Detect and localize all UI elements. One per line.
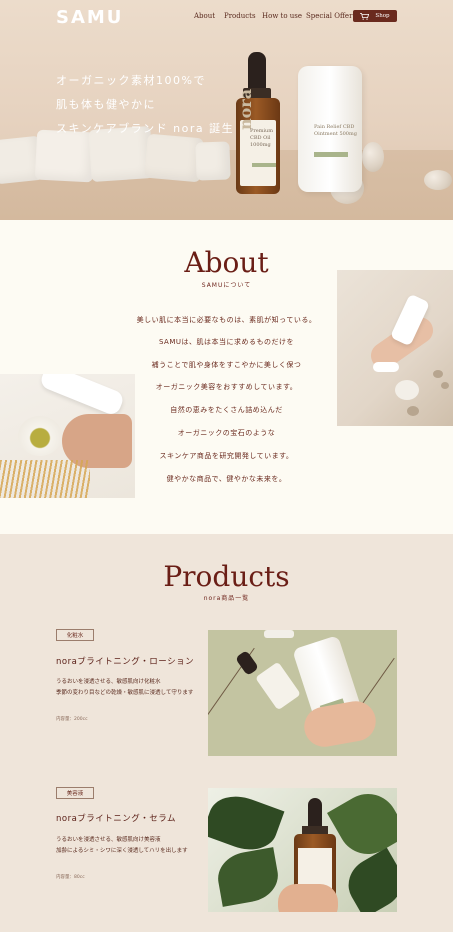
product-description: 季節の変わり目などの乾燥・敏感肌に浸透して守ります [56, 690, 194, 696]
product-category-tag: 化粧水 [56, 629, 94, 641]
hero-tagline-line: 肌も体も健やかに [56, 98, 156, 111]
bottle-green-band [252, 163, 276, 167]
shop-button-label: Shop [375, 13, 390, 19]
about-photo-hand-cream [337, 270, 453, 426]
product-category-tag: 美容液 [56, 787, 94, 799]
hero-stone [144, 133, 204, 183]
site-logo[interactable]: SAMU [56, 7, 123, 28]
nav-about[interactable]: About [194, 12, 215, 20]
product-volume: 内容量：80cc [56, 875, 85, 880]
product-photo-serum[interactable] [208, 788, 397, 912]
pebble [407, 406, 419, 416]
hero-coral [362, 142, 384, 172]
product-description: うるおいを浸透させる、敏感肌向け美容液 [56, 837, 161, 843]
cream-dish [395, 380, 419, 400]
product-photo-lotion[interactable] [208, 630, 397, 756]
nav-products[interactable]: Products [224, 12, 256, 20]
nav-how-to-use[interactable]: How to use [262, 12, 302, 20]
cream-tube [38, 374, 126, 417]
products-subtitle: nora商品一覧 [203, 595, 250, 602]
hand-shape [278, 884, 338, 912]
plant-leaf [214, 847, 282, 907]
cart-icon [360, 12, 370, 20]
hero-tagline-line: オーガニック素材100%で [56, 74, 206, 87]
product-description: うるおいを浸透させる、敏感肌向け化粧水 [56, 679, 161, 685]
nav-special-offer[interactable]: Special Offer [306, 12, 352, 20]
product-volume: 内容量：200cc [56, 717, 88, 722]
hero-tagline-line: スキンケアブランド nora 誕生 [56, 122, 235, 135]
bottle-cap [264, 630, 294, 638]
pebble [441, 382, 449, 389]
plant-leaf [339, 847, 397, 912]
oil-bowl [18, 416, 62, 456]
bottle-dropper [248, 52, 266, 92]
hero-coral [424, 170, 452, 190]
dropper-cap [234, 649, 260, 677]
product-description: 加齢によるシミ・シワに深く浸透してハリを出します [56, 848, 188, 854]
about-photo-oil-bowl [0, 374, 135, 498]
product-name[interactable]: noraブライトニング・セラム [56, 812, 176, 824]
cream-swatch [373, 362, 399, 372]
jar-label-text: Pain Relief CBD Ointment 500mg [314, 124, 357, 137]
product-name[interactable]: noraブライトニング・ローション [56, 655, 194, 667]
small-bottle [255, 661, 301, 711]
jar-green-band [314, 152, 348, 157]
pebble [433, 370, 443, 378]
hero-stone [34, 129, 96, 183]
dried-grass [0, 460, 90, 498]
products-title: Products [163, 560, 290, 593]
shop-button[interactable]: Shop [353, 10, 397, 22]
bottle-label-text: Premium CBD Oil 1000mg [250, 128, 274, 148]
hero-stone [195, 141, 231, 181]
hero-section: nora Premium CBD Oil 1000mg Pain Relief … [0, 0, 453, 220]
